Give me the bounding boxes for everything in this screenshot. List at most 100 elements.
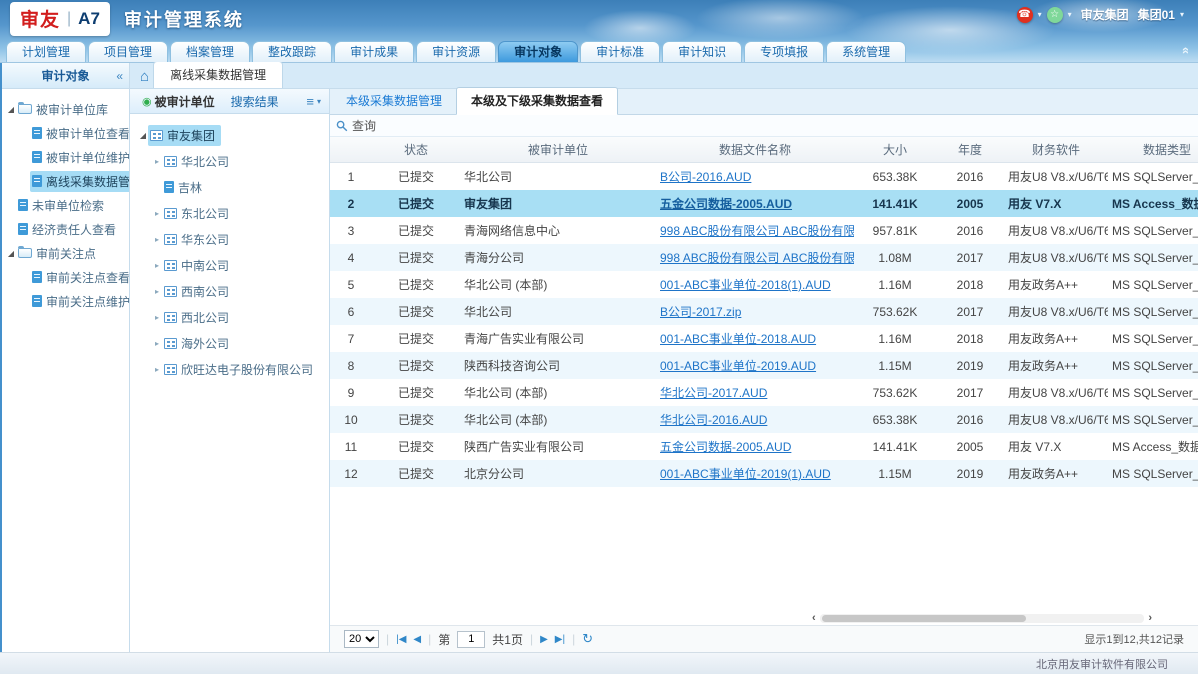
- last-page-button[interactable]: ▶|: [555, 634, 565, 645]
- unit-tree-item-5[interactable]: ▸中南公司: [134, 252, 325, 278]
- table-row[interactable]: 10已提交华北公司 (本部)华北公司-2016.AUD653.38K2016用友…: [330, 406, 1198, 433]
- nav-tab-2[interactable]: 档案管理: [170, 41, 250, 62]
- caret-collapsed-icon[interactable]: ▸: [152, 287, 162, 296]
- file-link[interactable]: 华北公司-2017.AUD: [660, 386, 767, 400]
- refresh-icon[interactable]: ↻: [582, 631, 593, 647]
- unit-tree-item-4[interactable]: ▸华东公司: [134, 226, 325, 252]
- file-link[interactable]: 华北公司-2016.AUD: [660, 413, 767, 427]
- table-row[interactable]: 3已提交青海网络信息中心998 ABC股份有限公司 ABC股份有限公司957.8…: [330, 217, 1198, 244]
- sidebar-item-6[interactable]: ◢审前关注点: [2, 241, 129, 265]
- unit-tree-item-7[interactable]: ▸西北公司: [134, 304, 325, 330]
- unit-tree-item-9[interactable]: ▸欣旺达电子股份有限公司: [134, 356, 325, 382]
- nav-tab-1[interactable]: 项目管理: [88, 41, 168, 62]
- file-link[interactable]: 001-ABC事业单位-2018(1).AUD: [660, 278, 831, 292]
- tab-search-results[interactable]: 搜索结果: [223, 90, 287, 113]
- caret-expanded-icon[interactable]: ◢: [138, 131, 148, 140]
- file-link[interactable]: 001-ABC事业单位-2019(1).AUD: [660, 467, 831, 481]
- scrollbar-track[interactable]: [820, 614, 1145, 623]
- table-row[interactable]: 4已提交青海分公司998 ABC股份有限公司 ABC股份有限公司1.08M201…: [330, 244, 1198, 271]
- menu-icon[interactable]: ≡: [306, 94, 314, 109]
- nav-tab-3[interactable]: 整改跟踪: [252, 41, 332, 62]
- unit-tree-item-6[interactable]: ▸西南公司: [134, 278, 325, 304]
- table-row[interactable]: 1已提交华北公司B公司-2016.AUD653.38K2016用友U8 V8.x…: [330, 163, 1198, 190]
- nav-tab-7[interactable]: 审计标准: [580, 41, 660, 62]
- unit-tree-item-0[interactable]: ◢审友集团: [134, 122, 325, 148]
- unit-tree-item-8[interactable]: ▸海外公司: [134, 330, 325, 356]
- sidebar-item-8[interactable]: 审前关注点维护: [2, 289, 129, 313]
- table-row[interactable]: 2已提交审友集团五金公司数据-2005.AUD141.41K2005用友 V7.…: [330, 190, 1198, 217]
- user-dropdown-icon[interactable]: ▾: [1180, 10, 1184, 19]
- file-link[interactable]: B公司-2016.AUD: [660, 170, 751, 184]
- prev-page-button[interactable]: ◀: [413, 634, 421, 645]
- nav-tab-8[interactable]: 审计知识: [662, 41, 742, 62]
- sidebar-item-3[interactable]: 离线采集数据管理: [2, 169, 129, 193]
- caret-collapsed-icon[interactable]: ▸: [152, 261, 162, 270]
- tab-audited-units[interactable]: ◉ 被审计单位: [134, 90, 223, 113]
- first-page-button[interactable]: |◀: [396, 634, 406, 645]
- nav-collapse-icon[interactable]: »: [1177, 47, 1192, 54]
- table-row[interactable]: 9已提交华北公司 (本部)华北公司-2017.AUD753.62K2017用友U…: [330, 379, 1198, 406]
- table-row[interactable]: 5已提交华北公司 (本部)001-ABC事业单位-2018(1).AUD1.16…: [330, 271, 1198, 298]
- table-row[interactable]: 11已提交陕西广告实业有限公司五金公司数据-2005.AUD141.41K200…: [330, 433, 1198, 460]
- file-link[interactable]: B公司-2017.zip: [660, 305, 741, 319]
- table-row[interactable]: 7已提交青海广告实业有限公司001-ABC事业单位-2018.AUD1.16M2…: [330, 325, 1198, 352]
- caret-collapsed-icon[interactable]: ▸: [152, 313, 162, 322]
- sidebar-item-2[interactable]: 被审计单位维护: [2, 145, 129, 169]
- nav-tab-5[interactable]: 审计资源: [416, 41, 496, 62]
- unit-tree-item-3[interactable]: ▸东北公司: [134, 200, 325, 226]
- sidebar-item-1[interactable]: 被审计单位查看: [2, 121, 129, 145]
- nav-tab-10[interactable]: 系统管理: [826, 41, 906, 62]
- notification-icon[interactable]: ☎: [1017, 7, 1033, 23]
- column-header-file[interactable]: 数据文件名称: [656, 137, 854, 162]
- main-tab-1[interactable]: 本级及下级采集数据查看: [456, 87, 618, 115]
- breadcrumb-tab[interactable]: 离线采集数据管理: [153, 61, 283, 88]
- query-button[interactable]: 查询: [352, 117, 376, 134]
- column-header-type[interactable]: 数据类型: [1108, 137, 1198, 162]
- caret-collapsed-icon[interactable]: ▸: [152, 157, 162, 166]
- column-header-year[interactable]: 年度: [936, 137, 1004, 162]
- nav-tab-4[interactable]: 审计成果: [334, 41, 414, 62]
- file-link[interactable]: 001-ABC事业单位-2018.AUD: [660, 332, 816, 346]
- sidebar-item-5[interactable]: 经济责任人查看: [2, 217, 129, 241]
- scrollbar-thumb[interactable]: [822, 615, 1027, 622]
- column-header-unit[interactable]: 被审计单位: [460, 137, 656, 162]
- sidebar-item-4[interactable]: 未审单位检索: [2, 193, 129, 217]
- unit-tree-item-1[interactable]: ▸华北公司: [134, 148, 325, 174]
- sidebar-item-7[interactable]: 审前关注点查看: [2, 265, 129, 289]
- column-header-size[interactable]: 大小: [854, 137, 936, 162]
- unit-tree-item-2[interactable]: 吉林: [134, 174, 325, 200]
- page-size-select[interactable]: 20: [344, 630, 379, 648]
- file-link[interactable]: 五金公司数据-2005.AUD: [660, 197, 792, 211]
- nav-tab-9[interactable]: 专项填报: [744, 41, 824, 62]
- nav-tab-0[interactable]: 计划管理: [6, 41, 86, 62]
- file-link[interactable]: 五金公司数据-2005.AUD: [660, 440, 791, 454]
- caret-expanded-icon[interactable]: ◢: [6, 105, 16, 114]
- column-header-num[interactable]: [330, 137, 372, 162]
- table-row[interactable]: 8已提交陕西科技咨询公司001-ABC事业单位-2019.AUD1.15M201…: [330, 352, 1198, 379]
- column-header-software[interactable]: 财务软件: [1004, 137, 1108, 162]
- column-header-status[interactable]: 状态: [372, 137, 460, 162]
- scroll-left-icon[interactable]: ‹: [812, 613, 816, 623]
- chevron-down-icon[interactable]: ▾: [317, 97, 321, 106]
- home-icon[interactable]: ⌂: [140, 68, 149, 85]
- horizontal-scrollbar[interactable]: ‹ ›: [812, 611, 1152, 625]
- user-avatar-icon[interactable]: ☆: [1047, 7, 1063, 23]
- main-tab-0[interactable]: 本级采集数据管理: [332, 88, 456, 114]
- notification-dropdown-icon[interactable]: ▾: [1038, 10, 1042, 19]
- nav-tab-6[interactable]: 审计对象: [498, 41, 578, 62]
- page-input[interactable]: [457, 631, 485, 648]
- caret-collapsed-icon[interactable]: ▸: [152, 235, 162, 244]
- file-link[interactable]: 998 ABC股份有限公司 ABC股份有限公司: [660, 224, 854, 238]
- sidebar-item-0[interactable]: ◢被审计单位库: [2, 97, 129, 121]
- table-row[interactable]: 6已提交华北公司B公司-2017.zip753.62K2017用友U8 V8.x…: [330, 298, 1198, 325]
- sidebar-collapse-icon[interactable]: «: [116, 69, 123, 83]
- caret-expanded-icon[interactable]: ◢: [6, 249, 16, 258]
- next-page-button[interactable]: ▶: [540, 634, 548, 645]
- caret-collapsed-icon[interactable]: ▸: [152, 365, 162, 374]
- file-link[interactable]: 998 ABC股份有限公司 ABC股份有限公司: [660, 251, 854, 265]
- file-link[interactable]: 001-ABC事业单位-2019.AUD: [660, 359, 816, 373]
- caret-collapsed-icon[interactable]: ▸: [152, 209, 162, 218]
- avatar-dropdown-icon[interactable]: ▾: [1068, 10, 1072, 19]
- table-row[interactable]: 12已提交北京分公司001-ABC事业单位-2019(1).AUD1.15M20…: [330, 460, 1198, 487]
- scroll-right-icon[interactable]: ›: [1148, 613, 1152, 623]
